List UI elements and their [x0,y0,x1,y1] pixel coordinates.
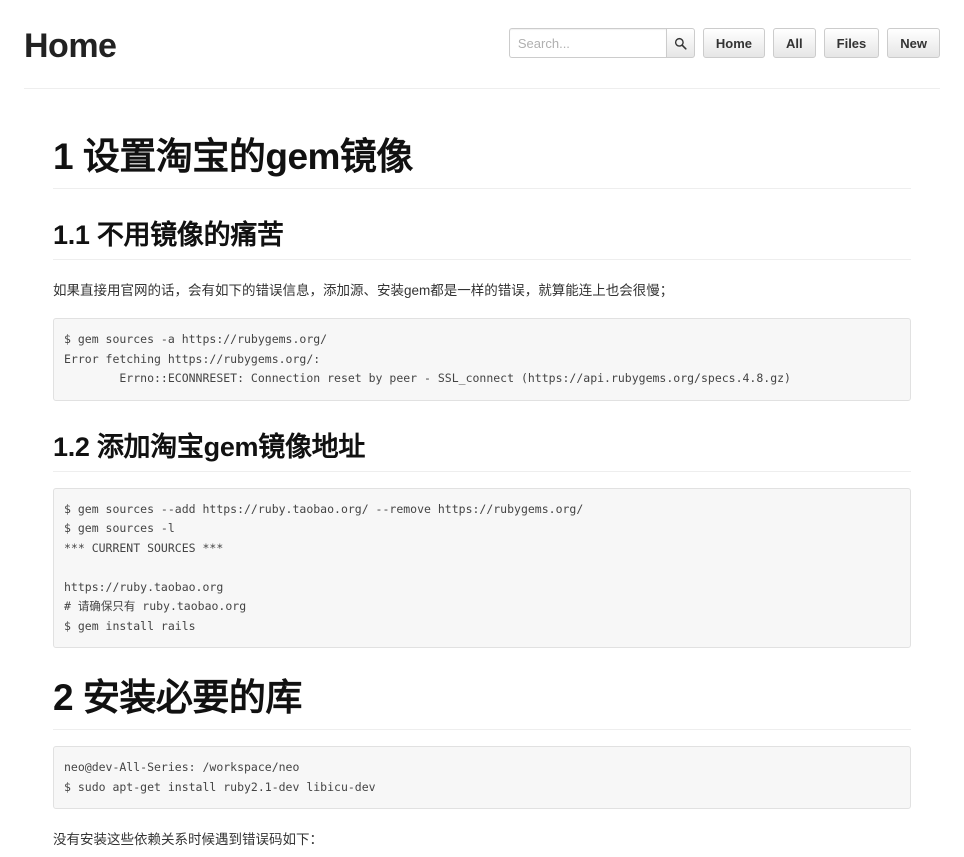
search-icon [674,37,687,50]
nav-button-files[interactable]: Files [823,28,880,58]
nav-button-home[interactable]: Home [702,28,766,58]
code-block-gem-sources-error[interactable]: $ gem sources -a https://rubygems.org/ E… [53,318,911,401]
code-block-add-taobao-source[interactable]: $ gem sources --add https://ruby.taobao.… [53,487,911,648]
section-heading-1-2: 1.2 添加淘宝gem镜像地址 [53,431,911,472]
search-group [508,28,695,58]
paragraph-official-source-pain: 如果直接用官网的话，会有如下的错误信息，添加源、安装gem都是一样的错误，就算能… [53,283,674,298]
nav-button-new[interactable]: New [887,28,940,58]
header-toolbar: Home All Files New [508,28,940,58]
search-button[interactable] [665,28,695,58]
document-content: 1 设置淘宝的gem镜像 1.1 不用镜像的痛苦 如果直接用官网的话，会有如下的… [53,89,911,851]
nav-button-all[interactable]: All [773,28,816,58]
section-heading-2: 2 安装必要的库 [53,676,911,730]
page-header: Home Home All Files New [24,0,940,89]
search-input[interactable] [508,28,666,58]
code-block-apt-get-install[interactable]: neo@dev-All-Series: /workspace/neo $ sud… [53,746,911,809]
section-heading-1: 1 设置淘宝的gem镜像 [53,135,911,189]
section-heading-1-1: 1.1 不用镜像的痛苦 [53,219,911,260]
paragraph-missing-dependency-note: 没有安装这些依赖关系时候遇到错误码如下： [53,832,323,847]
